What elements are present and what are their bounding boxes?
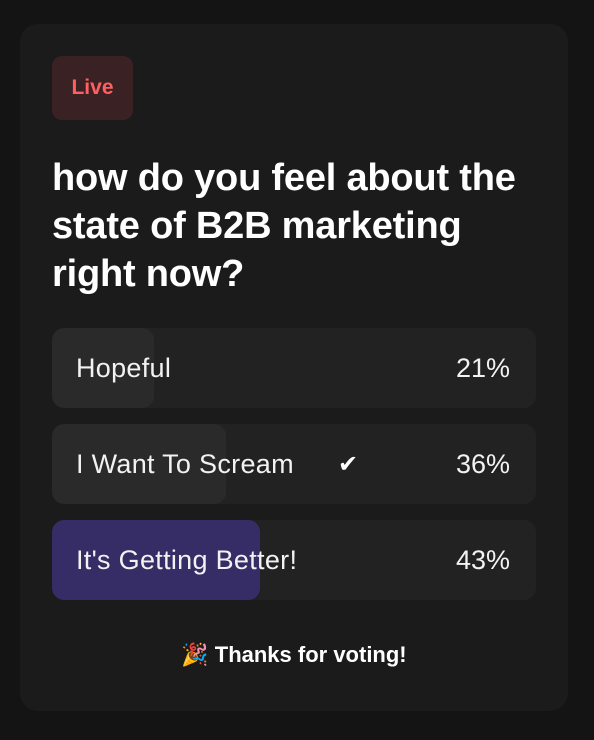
live-badge: Live [52, 56, 133, 120]
option-label: It's Getting Better! [76, 544, 298, 575]
option-label: Hopeful [76, 352, 172, 383]
party-popper-icon: 🎉 [181, 642, 209, 667]
poll-question: how do you feel about the state of B2B m… [52, 157, 516, 295]
thanks-message: 🎉 Thanks for voting! [20, 642, 568, 668]
live-badge-label: Live [71, 76, 114, 99]
poll-card: Live how do you feel about the state of … [20, 24, 568, 711]
poll-options: Hopeful 21% I Want To Scream ✔ 36% It's … [52, 328, 536, 616]
option-percent: 21% [455, 352, 510, 383]
thanks-text: Thanks for voting! [214, 642, 407, 667]
option-percent: 36% [455, 448, 510, 479]
checkmark-icon: ✔ [338, 450, 359, 478]
poll-option-getting-better[interactable]: It's Getting Better! 43% [52, 520, 536, 600]
option-label: I Want To Scream [76, 448, 294, 479]
option-percent: 43% [455, 544, 510, 575]
poll-option-hopeful[interactable]: Hopeful 21% [52, 328, 536, 408]
poll-option-scream[interactable]: I Want To Scream ✔ 36% [52, 424, 536, 504]
